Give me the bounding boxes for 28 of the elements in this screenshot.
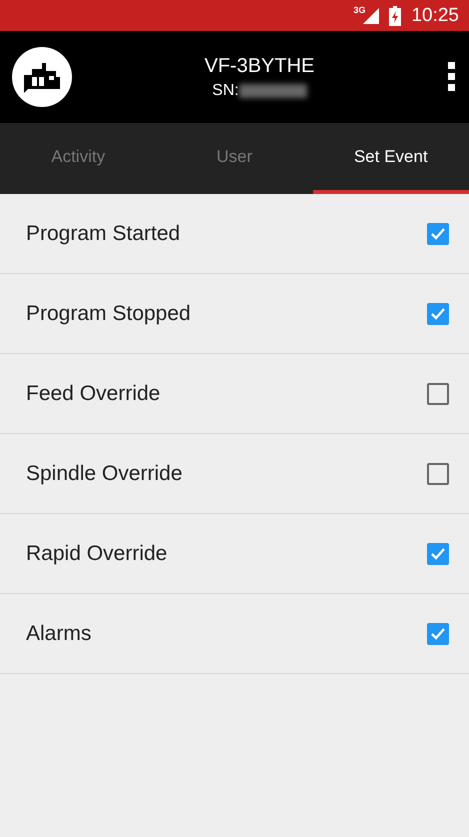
check-icon <box>430 546 446 560</box>
tab[interactable]: User <box>156 123 313 194</box>
check-icon <box>430 306 446 320</box>
checkbox[interactable] <box>427 462 449 484</box>
machine-title: VF-3BYTHE <box>204 54 315 78</box>
check-icon <box>430 226 446 240</box>
checkbox[interactable] <box>427 222 449 244</box>
event-label: Program Stopped <box>26 302 191 326</box>
blurred-serial <box>238 84 307 98</box>
clock: 10:25 <box>411 4 459 26</box>
battery-icon <box>389 6 402 26</box>
event-label: Program Started <box>26 222 180 246</box>
check-icon <box>430 626 446 640</box>
signal-icon <box>363 8 380 24</box>
machine-icon <box>12 47 72 107</box>
event-label: Spindle Override <box>26 462 182 486</box>
checkbox[interactable] <box>427 302 449 324</box>
event-label: Feed Override <box>26 382 160 406</box>
checkbox[interactable] <box>427 622 449 644</box>
checkbox[interactable] <box>427 542 449 564</box>
event-label: Alarms <box>26 622 92 646</box>
checkbox[interactable] <box>427 382 449 404</box>
tab[interactable]: Activity <box>0 123 156 194</box>
more-icon[interactable] <box>447 62 457 92</box>
network-type: 3G <box>353 5 366 15</box>
serial-label: SN: <box>212 82 239 100</box>
event-label: Rapid Override <box>26 542 168 566</box>
tab[interactable]: Set Event <box>312 123 469 194</box>
